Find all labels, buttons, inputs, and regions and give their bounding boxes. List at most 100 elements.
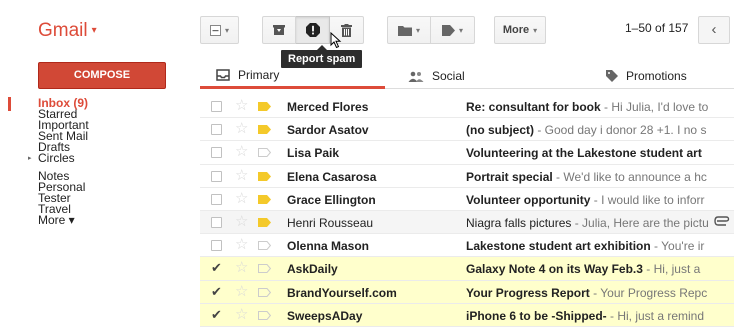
archive-icon [273, 25, 285, 35]
inbox-tabs: Primary Social Promotions [200, 63, 734, 89]
select-checkbox-button[interactable]: ▾ [200, 16, 239, 44]
star-icon[interactable]: ☆ [235, 260, 248, 276]
tab-promotions[interactable]: Promotions [606, 63, 687, 89]
star-icon[interactable]: ☆ [235, 121, 248, 137]
report-spam-button[interactable] [296, 16, 330, 44]
sidebar-item-personal[interactable]: Personal [0, 181, 190, 193]
move-to-button[interactable]: ▾ [387, 16, 431, 44]
row-checkbox[interactable] [211, 147, 222, 159]
sidebar-item-circles[interactable]: ▸ Circles [0, 151, 190, 165]
email-subject: Your Progress Report [466, 285, 590, 300]
more-button[interactable]: More ▾ [494, 16, 546, 44]
email-subject: (no subject) [466, 123, 534, 138]
archive-button[interactable] [262, 16, 296, 44]
email-snippet: - You're ir [650, 239, 705, 254]
sidebar: Inbox (9) Starred Important Sent Mail Dr… [0, 97, 190, 226]
importance-marker-icon[interactable] [258, 194, 271, 204]
email-message: Lakestone student art exhibition - You'r… [466, 239, 710, 253]
star-icon[interactable]: ☆ [235, 167, 248, 184]
sidebar-item-drafts[interactable]: Drafts [0, 141, 190, 153]
row-checkbox[interactable] [211, 216, 222, 228]
email-message: Re: consultant for book - Hi Julia, I'd … [466, 100, 710, 114]
email-snippet: - We'd like to announce a hc [552, 169, 707, 184]
email-row[interactable]: ☆ Henri Rousseau Niagra falls pictures -… [200, 210, 734, 235]
email-message: Galaxy Note 4 on its Way Feb.3 - Hi, jus… [466, 262, 710, 276]
email-sender: Elena Casarosa [287, 169, 377, 184]
logo-text: Gmail [38, 20, 88, 41]
email-message: Portrait special - We'd like to announce… [466, 170, 710, 184]
star-icon[interactable]: ☆ [235, 213, 248, 230]
tab-label: Primary [238, 67, 280, 82]
row-checkbox-checked[interactable]: ✔ [211, 308, 222, 321]
report-spam-icon [305, 23, 320, 37]
sidebar-item-inbox[interactable]: Inbox (9) [0, 97, 190, 111]
sidebar-item-tester[interactable]: Tester [0, 192, 190, 204]
email-snippet: - Your Progress Repc [589, 285, 708, 300]
sidebar-item-starred[interactable]: Starred [0, 108, 190, 120]
importance-marker-icon[interactable] [258, 217, 271, 227]
email-sender: Merced Flores [287, 100, 369, 114]
expand-arrow-icon[interactable]: ▸ [28, 153, 32, 164]
email-sender: SweepsADay [287, 308, 363, 323]
email-subject: Niagra falls pictures [466, 215, 572, 230]
star-icon[interactable]: ☆ [235, 144, 248, 160]
email-row[interactable]: ☆ Elena Casarosa Portrait special - We'd… [200, 164, 734, 188]
email-row[interactable]: ☆ Grace Ellington Volunteer opportunity … [200, 187, 734, 211]
row-checkbox-checked[interactable]: ✔ [211, 285, 222, 298]
tab-label: Promotions [626, 69, 687, 83]
sidebar-item-notes[interactable]: Notes [0, 170, 190, 182]
importance-marker-icon[interactable] [258, 264, 271, 274]
email-row[interactable]: ☆ Olenna Mason Lakestone student art exh… [200, 234, 734, 258]
email-snippet: - Julia, Here are the pictu [571, 215, 709, 230]
tab-social[interactable]: Social [408, 63, 465, 89]
email-snippet: - Good day i donor 28 +1. I no s [534, 123, 707, 138]
prev-page-button[interactable]: ‹ [698, 16, 730, 44]
sidebar-item-travel[interactable]: Travel [0, 203, 190, 215]
importance-marker-icon[interactable] [258, 310, 271, 320]
sidebar-item-label: Circles [38, 151, 75, 165]
trash-icon [341, 23, 352, 37]
importance-marker-icon[interactable] [258, 148, 271, 158]
compose-button[interactable]: COMPOSE [38, 62, 166, 89]
importance-marker-icon[interactable] [258, 102, 271, 111]
email-row[interactable]: ☆ Merced Flores Re: consultant for book … [200, 95, 734, 119]
email-row[interactable]: ✔ ☆ BrandYourself.com Your Progress Repo… [200, 280, 734, 304]
gmail-logo[interactable]: Gmail ▾ [38, 20, 97, 42]
more-label: More [502, 24, 530, 36]
labels-button[interactable]: ▾ [431, 16, 475, 44]
toolbar: ▾ ▾ ▾ More ▾ [200, 16, 546, 44]
sidebar-item-more[interactable]: More ▾ [0, 214, 190, 226]
email-row[interactable]: ☆ Sardor Asatov (no subject) - Good day … [200, 118, 734, 142]
importance-marker-icon[interactable] [258, 171, 271, 181]
sidebar-item-sent[interactable]: Sent Mail [0, 130, 190, 142]
row-checkbox[interactable] [211, 170, 222, 182]
tab-primary[interactable]: Primary [200, 63, 385, 89]
email-row[interactable]: ✔ ☆ AskDaily Galaxy Note 4 on its Way Fe… [200, 257, 734, 281]
row-checkbox[interactable] [211, 193, 222, 205]
email-snippet: - Hi, just a remind [606, 308, 705, 323]
row-checkbox[interactable] [211, 124, 222, 136]
star-icon[interactable]: ☆ [235, 98, 248, 114]
checkbox-icon [209, 24, 221, 36]
star-icon[interactable]: ☆ [235, 283, 248, 300]
star-icon[interactable]: ☆ [235, 190, 248, 207]
email-subject: iPhone 6 to be -Shipped- [466, 308, 607, 323]
email-message: (no subject) - Good day i donor 28 +1. I… [466, 123, 710, 137]
email-row[interactable]: ✔ ☆ SweepsADay iPhone 6 to be -Shipped- … [200, 303, 734, 327]
email-sender: Lisa Paik [287, 146, 340, 161]
importance-marker-icon[interactable] [258, 287, 271, 297]
inbox-icon [216, 68, 230, 81]
email-subject: Volunteer opportunity [466, 192, 591, 207]
row-checkbox[interactable] [211, 101, 222, 112]
importance-marker-icon[interactable] [258, 241, 271, 251]
star-icon[interactable]: ☆ [235, 306, 248, 323]
star-icon[interactable]: ☆ [235, 237, 248, 253]
email-row[interactable]: ☆ Lisa Paik Volunteering at the Lakeston… [200, 141, 734, 165]
label-icon [441, 24, 455, 36]
pagination-text: 1–50 of 157 [625, 21, 689, 35]
sidebar-item-important[interactable]: Important [0, 119, 190, 131]
row-checkbox[interactable] [211, 240, 222, 252]
email-sender: AskDaily [287, 262, 338, 277]
row-checkbox-checked[interactable]: ✔ [211, 261, 222, 274]
importance-marker-icon[interactable] [258, 125, 271, 135]
